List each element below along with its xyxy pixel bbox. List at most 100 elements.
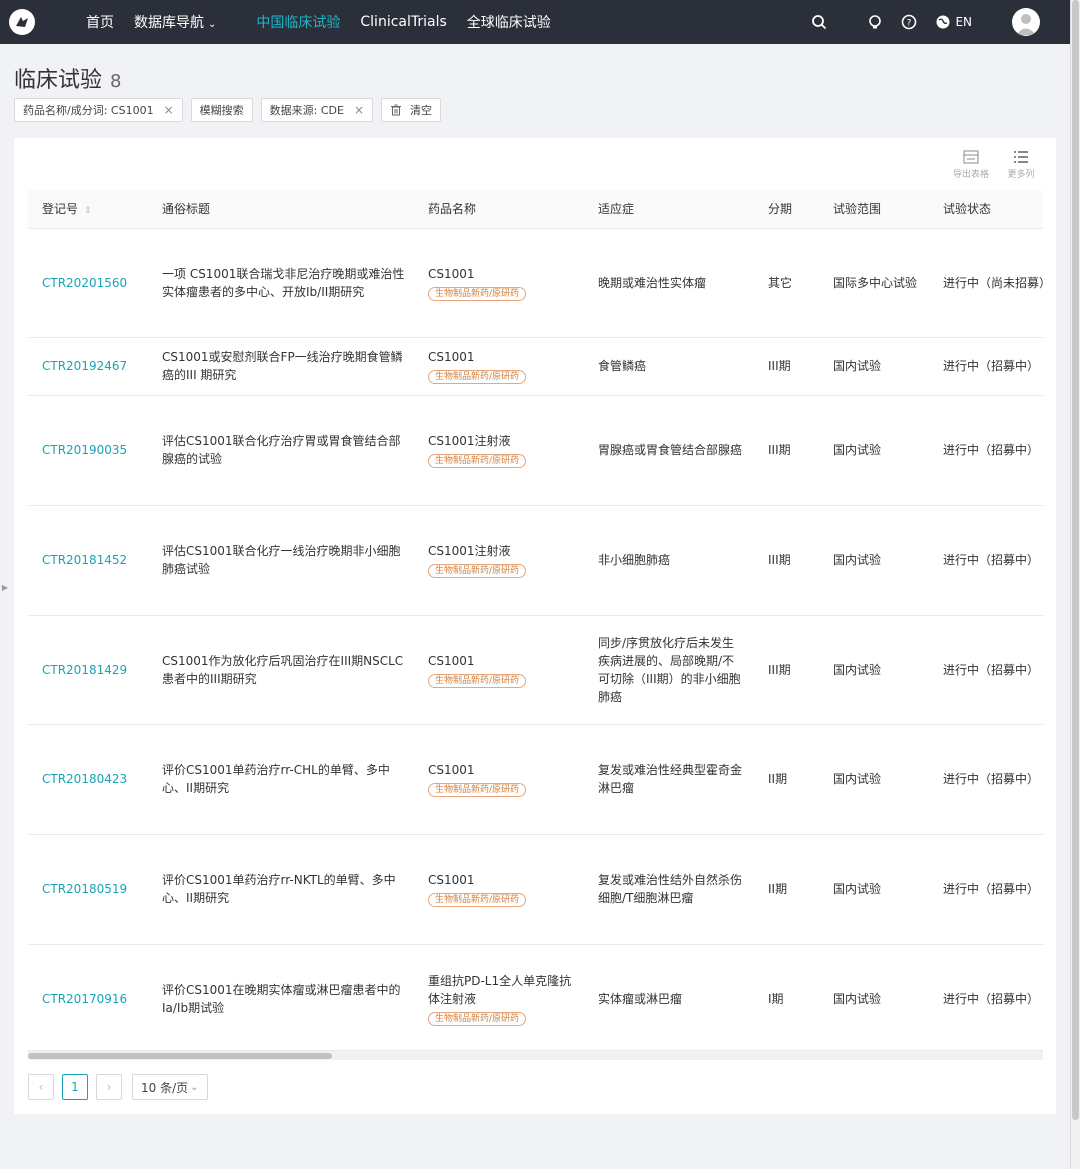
export-label: 导出表格 bbox=[952, 170, 989, 180]
table-row[interactable]: CTR20190035 评估CS1001联合化疗治疗胃或胃食管结合部腺癌的试验 CS… bbox=[28, 395, 1043, 506]
search-icon[interactable] bbox=[811, 14, 827, 30]
cell-indication: 同步/序贯放化疗后未发生疾病进展的、局部晚期/不可切除（III期）的非小细胞肺癌 bbox=[584, 615, 754, 725]
scrollbar-thumb[interactable] bbox=[28, 1053, 332, 1059]
cell-title: 评价CS1001单药治疗rr-NKTL的单臂、多中心、II期研究 bbox=[148, 834, 414, 945]
drug-type-badge: 生物制品新药/原研药 bbox=[428, 673, 527, 688]
table-row[interactable]: CTR20201560 一项 CS1001联合瑞戈非尼治疗晚期或难治性实体瘤患者的… bbox=[28, 228, 1043, 338]
table-row[interactable]: CTR20180519 评价CS1001单药治疗rr-NKTL的单臂、多中心、II… bbox=[28, 834, 1043, 945]
registration-link[interactable]: CTR20181452 bbox=[42, 553, 127, 567]
clear-label: 清空 bbox=[410, 104, 433, 117]
table-row[interactable]: CTR20181452 评估CS1001联合化疗一线治疗晚期非小细胞肺癌试验 CS1… bbox=[28, 505, 1043, 616]
drug-type-badge: 生物制品新药/原研药 bbox=[428, 454, 527, 468]
drug-type-badge: 生物制品新药/原研药 bbox=[428, 370, 527, 384]
table-row[interactable]: CTR20192467 CS1001或安慰剂联合FP一线治疗晚期食管鳞癌的III … bbox=[28, 337, 1043, 396]
cell-status: 进行中（招募中） bbox=[929, 395, 1043, 506]
cell-title: 评价CS1001单药治疗rr-CHL的单臂、多中心、II期研究 bbox=[148, 724, 414, 835]
col-header-registration[interactable]: 登记号 ⇕ bbox=[28, 190, 148, 229]
cell-phase: 其它 bbox=[754, 228, 819, 338]
scrollbar-thumb[interactable] bbox=[1072, 0, 1079, 1120]
expand-sidebar-icon[interactable]: ▶ bbox=[0, 576, 10, 598]
nav-clinicaltrials[interactable]: ClinicalTrials bbox=[360, 14, 446, 30]
col-header-scope: 试验范围 bbox=[819, 190, 929, 229]
cell-indication: 实体瘤或淋巴瘤 bbox=[584, 944, 754, 1054]
cell-title: 评估CS1001联合化疗治疗胃或胃食管结合部腺癌的试验 bbox=[148, 395, 414, 506]
next-page-button[interactable]: › bbox=[96, 1074, 122, 1100]
logo[interactable] bbox=[0, 0, 44, 44]
cell-registration: CTR20170916 bbox=[28, 944, 148, 1054]
more-columns-button[interactable]: 更多列 bbox=[996, 150, 1046, 180]
drug-type-badge: 生物制品新药/原研药 bbox=[428, 893, 527, 907]
nav-global-trials[interactable]: 全球临床试验 bbox=[467, 12, 551, 32]
filter-tag-source: 数据来源: CDE × bbox=[260, 98, 374, 122]
drug-name: CS1001 bbox=[428, 266, 475, 281]
svg-text:?: ? bbox=[907, 19, 912, 29]
drug-type-badge: 生物制品新药/原研药 bbox=[428, 1011, 527, 1026]
page-button-current[interactable]: 1 bbox=[62, 1074, 88, 1100]
prev-page-button[interactable]: ‹ bbox=[28, 1074, 54, 1100]
table-row[interactable]: CTR20170916 评价CS1001在晚期实体瘤或淋巴瘤患者中的Ia/Ib期试… bbox=[28, 944, 1043, 1054]
cell-scope: 国内试验 bbox=[819, 724, 929, 835]
export-table-button[interactable]: 导出表格 bbox=[946, 150, 996, 180]
cell-status: 进行中（招募中） bbox=[929, 615, 1043, 725]
top-navbar: 首页 数据库导航 ⌄ 中国临床试验 ClinicalTrials 全球临床试验 ?… bbox=[0, 0, 1070, 44]
language-switch[interactable]: EN bbox=[935, 14, 972, 30]
cell-phase: III期 bbox=[754, 395, 819, 506]
language-label: EN bbox=[955, 15, 972, 29]
drug-name: CS1001 bbox=[428, 763, 475, 777]
sort-icon[interactable]: ⇕ bbox=[84, 206, 92, 216]
cell-title: 评估CS1001联合化疗一线治疗晚期非小细胞肺癌试验 bbox=[148, 505, 414, 616]
lightbulb-icon[interactable] bbox=[867, 14, 883, 30]
cell-phase: II期 bbox=[754, 724, 819, 835]
help-icon[interactable]: ? bbox=[901, 14, 917, 30]
registration-link[interactable]: CTR20180423 bbox=[42, 772, 127, 786]
cell-drug: CS1001 生物制品新药/原研药 bbox=[414, 834, 584, 945]
registration-link[interactable]: CTR20192467 bbox=[42, 359, 127, 373]
cell-scope: 国内试验 bbox=[819, 337, 929, 396]
close-icon[interactable]: × bbox=[164, 103, 174, 117]
registration-link[interactable]: CTR20190035 bbox=[42, 443, 127, 457]
cell-drug: CS1001注射液 生物制品新药/原研药 bbox=[414, 395, 584, 506]
cell-phase: III期 bbox=[754, 615, 819, 725]
drug-type-badge: 生物制品新药/原研药 bbox=[428, 286, 527, 301]
registration-link[interactable]: CTR20201560 bbox=[42, 276, 127, 290]
clear-filters-button[interactable]: 清空 bbox=[381, 98, 442, 122]
cell-status: 进行中（尚未招募） bbox=[929, 228, 1043, 338]
cell-status: 进行中（招募中） bbox=[929, 944, 1043, 1054]
drug-name: 重组抗PD-L1全人单克隆抗体注射液 bbox=[428, 973, 572, 1006]
cell-registration: CTR20192467 bbox=[28, 337, 148, 396]
chevron-down-icon: ⌄ bbox=[190, 1081, 199, 1093]
cell-phase: II期 bbox=[754, 834, 819, 945]
page-title: 临床试验 bbox=[14, 68, 103, 93]
cell-phase: III期 bbox=[754, 337, 819, 396]
horizontal-scrollbar[interactable] bbox=[28, 1050, 1043, 1060]
filter-tag-label: 数据来源: CDE bbox=[269, 104, 344, 117]
cell-scope: 国际多中心试验 bbox=[819, 228, 929, 338]
drug-name: CS1001 bbox=[428, 873, 475, 887]
table-row[interactable]: CTR20181429 CS1001作为放化疗后巩固治疗在III期NSCLC患者中… bbox=[28, 615, 1043, 725]
vertical-scrollbar[interactable] bbox=[1070, 0, 1080, 1169]
cell-scope: 国内试验 bbox=[819, 834, 929, 945]
drug-name: CS1001 bbox=[428, 350, 475, 364]
nav-china-trials[interactable]: 中国临床试验 bbox=[256, 12, 340, 32]
globe-icon bbox=[936, 15, 950, 29]
result-count: 8 bbox=[110, 71, 122, 92]
filter-tag-fuzzy[interactable]: 模糊搜索 bbox=[190, 98, 253, 122]
avatar[interactable] bbox=[1012, 8, 1040, 36]
nav-database-menu[interactable]: 数据库导航 ⌄ bbox=[134, 12, 216, 32]
cell-drug: CS1001注射液 生物制品新药/原研药 bbox=[414, 505, 584, 616]
nav-home[interactable]: 首页 bbox=[86, 12, 114, 32]
close-icon[interactable]: × bbox=[354, 103, 364, 117]
more-columns-label: 更多列 bbox=[1007, 170, 1035, 180]
cell-indication: 非小细胞肺癌 bbox=[584, 505, 754, 616]
page-size-select[interactable]: 10 条/页 ⌄ bbox=[132, 1074, 208, 1100]
cell-scope: 国内试验 bbox=[819, 615, 929, 725]
cell-status: 进行中（招募中） bbox=[929, 834, 1043, 945]
registration-link[interactable]: CTR20181429 bbox=[42, 663, 127, 677]
col-header-drug: 药品名称 bbox=[414, 190, 584, 229]
table-row[interactable]: CTR20180423 评价CS1001单药治疗rr-CHL的单臂、多中心、II期… bbox=[28, 724, 1043, 835]
cell-status: 进行中（招募中） bbox=[929, 724, 1043, 835]
registration-link[interactable]: CTR20170916 bbox=[42, 992, 127, 1006]
registration-link[interactable]: CTR20180519 bbox=[42, 882, 127, 896]
cell-registration: CTR20180423 bbox=[28, 724, 148, 835]
col-header-label: 登记号 bbox=[42, 202, 79, 217]
